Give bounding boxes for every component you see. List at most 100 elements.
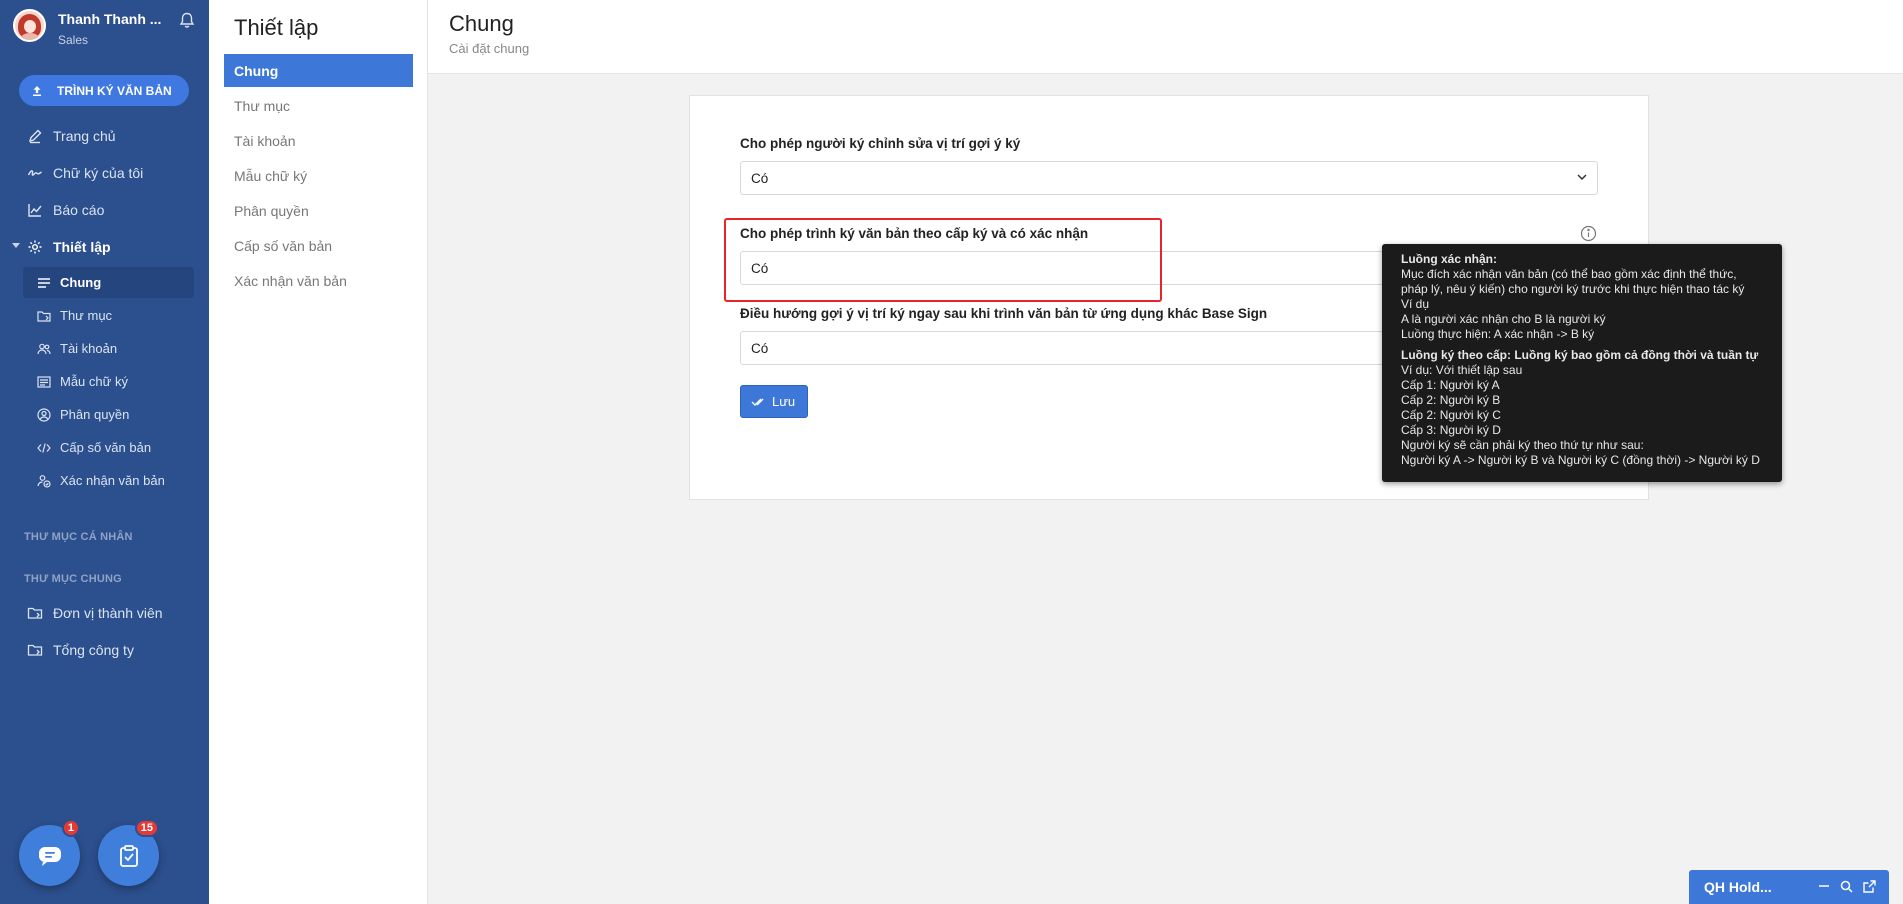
- pen-icon: [28, 129, 42, 144]
- settings-menu-item-accounts[interactable]: Tài khoản: [224, 124, 413, 157]
- chat-badge: 1: [61, 819, 80, 837]
- sidebar-subitem-general[interactable]: Chung: [23, 267, 194, 298]
- tooltip-line: Người ký A -> Người ký B và Người ký C (…: [1401, 453, 1760, 467]
- sidebar-subitem-label: Xác nhận văn bản: [60, 473, 165, 488]
- tooltip-line: Luồng xác nhận:: [1401, 252, 1497, 266]
- highlight-box: [724, 218, 1162, 302]
- info-icon[interactable]: [1580, 225, 1597, 242]
- chat-widget[interactable]: QH Hold...: [1689, 870, 1889, 904]
- chart-icon: [28, 204, 42, 217]
- tooltip-line: Mục đích xác nhận văn bản (có thể bao gồ…: [1401, 267, 1737, 281]
- tooltip-line: Ví dụ: Với thiết lập sau: [1401, 363, 1523, 377]
- sidebar-item-home[interactable]: Trang chủ: [0, 118, 209, 154]
- template-icon: [37, 375, 51, 388]
- clipboard-check-icon: [119, 844, 138, 867]
- avatar[interactable]: [13, 9, 46, 42]
- select-value: Có: [751, 170, 769, 186]
- sidebar-item-label: Đơn vị thành viên: [53, 605, 163, 621]
- tooltip-line: Người ký sẽ cần phải ký theo thứ tự như …: [1401, 438, 1644, 452]
- tooltip-line: A là người xác nhận cho B là người ký: [1401, 312, 1606, 326]
- sidebar-subitem-label: Mẫu chữ ký: [60, 374, 128, 389]
- sidebar-subitem-document-confirmation[interactable]: Xác nhận văn bản: [23, 465, 194, 496]
- upload-icon: [33, 85, 41, 96]
- tooltip-line: Cấp 1: Người ký A: [1401, 378, 1500, 392]
- page-title: Chung: [449, 11, 514, 36]
- user-circle-icon: [37, 407, 51, 422]
- tasks-badge: 15: [134, 819, 159, 837]
- settings-menu-item-permissions[interactable]: Phân quyền: [224, 194, 413, 227]
- sidebar-subitem-signature-templates[interactable]: Mẫu chữ ký: [23, 366, 194, 397]
- shared-folders-heading: THƯ MỤC CHUNG: [24, 573, 122, 585]
- settings-menu-item-document-confirmation[interactable]: Xác nhận văn bản: [224, 264, 413, 297]
- sidebar-item-label: Tổng công ty: [53, 642, 134, 658]
- sidebar-subitem-label: Thư mục: [60, 308, 113, 323]
- field-label-edit-signature-position: Cho phép người ký chỉnh sửa vị trí gợi ý…: [740, 136, 1021, 151]
- field-label-redirect-after-submit: Điều hướng gợi ý vị trí ký ngay sau khi …: [740, 306, 1268, 321]
- settings-menu-item-folders[interactable]: Thư mục: [224, 89, 413, 122]
- sidebar-item-settings[interactable]: Thiết lập: [0, 229, 209, 265]
- submit-document-button[interactable]: TRÌNH KÝ VĂN BẢN: [19, 75, 189, 106]
- sidebar-subitem-label: Chung: [60, 275, 102, 290]
- sidebar-subitem-folders[interactable]: Thư mục: [23, 300, 194, 331]
- caret-down-icon: [12, 243, 20, 248]
- chat-button[interactable]: 1: [19, 819, 80, 886]
- sidebar: Thanh Thanh ... Sales TRÌNH KÝ VĂN BẢN T…: [0, 0, 209, 904]
- settings-menu-item-signature-templates[interactable]: Mẫu chữ ký: [224, 159, 413, 192]
- code-icon: [37, 442, 51, 453]
- settings-menu: Thiết lập Chung Thư mục Tài khoản Mẫu ch…: [209, 0, 428, 904]
- info-tooltip: Luồng xác nhận: Mục đích xác nhận văn bả…: [1382, 244, 1782, 482]
- search-icon[interactable]: [1840, 880, 1853, 893]
- chevron-down-icon: [1577, 174, 1587, 181]
- sidebar-subitem-label: Tài khoản: [60, 341, 118, 356]
- chat-widget-label: QH Hold...: [1704, 879, 1772, 895]
- page-header: Chung Cài đặt chung: [428, 0, 1903, 74]
- users-icon: [37, 343, 51, 354]
- save-button[interactable]: Lưu: [740, 385, 808, 418]
- folder-share-icon: [27, 607, 43, 619]
- sidebar-item-member-units[interactable]: Đơn vị thành viên: [0, 595, 209, 631]
- tasks-button[interactable]: 15: [98, 819, 159, 886]
- signature-icon: [27, 170, 42, 176]
- sidebar-subitem-permissions[interactable]: Phân quyền: [23, 399, 194, 430]
- select-value: Có: [751, 340, 769, 356]
- sidebar-item-label: Chữ ký của tôi: [53, 165, 144, 181]
- external-link-icon[interactable]: [1863, 880, 1876, 893]
- sidebar-item-label: Báo cáo: [53, 202, 105, 218]
- user-profile[interactable]: Thanh Thanh ... Sales: [13, 9, 203, 49]
- sidebar-item-my-signatures[interactable]: Chữ ký của tôi: [0, 155, 209, 191]
- page-subtitle: Cài đặt chung: [449, 41, 530, 56]
- sidebar-subitem-label: Cấp số văn bản: [60, 440, 152, 455]
- gear-icon: [28, 240, 42, 254]
- settings-menu-item-general[interactable]: Chung: [224, 54, 413, 87]
- sidebar-item-head-company[interactable]: Tổng công ty: [0, 632, 209, 668]
- sidebar-item-label: Thiết lập: [53, 239, 111, 255]
- save-label: Lưu: [772, 394, 796, 409]
- tooltip-line: pháp lý, nêu ý kiến) cho người ký trước …: [1401, 282, 1745, 296]
- sidebar-subitem-label: Phân quyền: [60, 407, 130, 422]
- settings-menu-title: Thiết lập: [234, 15, 319, 40]
- tooltip-line: Luồng thực hiện: A xác nhận -> B ký: [1401, 327, 1595, 341]
- settings-menu-item-document-numbering[interactable]: Cấp số văn bản: [224, 229, 413, 262]
- bell-icon[interactable]: [178, 11, 196, 29]
- personal-folders-heading: THƯ MỤC CÁ NHÂN: [24, 531, 133, 543]
- folder-icon: [37, 310, 51, 322]
- tooltip-line: Cấp 2: Người ký C: [1401, 408, 1501, 422]
- minimize-icon[interactable]: [1818, 880, 1830, 892]
- tooltip-line: Luồng ký theo cấp: Luồng ký bao gồm cả đ…: [1401, 348, 1759, 362]
- sidebar-item-label: Trang chủ: [53, 128, 116, 144]
- lines-icon: [38, 277, 50, 288]
- user-role: Sales: [58, 33, 89, 47]
- tooltip-line: Ví dụ: [1401, 297, 1430, 311]
- select-edit-signature-position[interactable]: Có: [740, 161, 1598, 195]
- tooltip-line: Cấp 3: Người ký D: [1401, 423, 1501, 437]
- double-check-icon: [751, 398, 764, 406]
- user-check-icon: [37, 474, 51, 488]
- tooltip-line: Cấp 2: Người ký B: [1401, 393, 1501, 407]
- folder-share-icon: [27, 644, 43, 656]
- sidebar-item-reports[interactable]: Báo cáo: [0, 192, 209, 228]
- submit-document-label: TRÌNH KÝ VĂN BẢN: [57, 83, 172, 98]
- sidebar-subitem-accounts[interactable]: Tài khoản: [23, 333, 194, 364]
- chat-icon: [38, 846, 61, 866]
- sidebar-subitem-document-numbering[interactable]: Cấp số văn bản: [23, 432, 194, 463]
- user-name: Thanh Thanh ...: [58, 11, 162, 27]
